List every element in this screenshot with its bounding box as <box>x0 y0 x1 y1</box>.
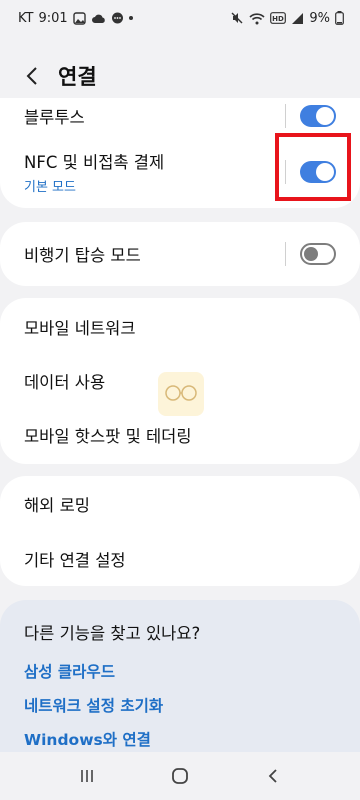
bluetooth-label: 블루투스 <box>24 108 85 127</box>
navigation-bar <box>0 752 360 800</box>
airplane-mode-label: 비행기 탑승 모드 <box>24 246 141 265</box>
glasses-icon <box>165 385 197 401</box>
carrier-label: KT <box>18 10 34 26</box>
list-item-mobile-network[interactable]: 모바일 네트워크 <box>0 300 360 354</box>
roaming-label: 해외 로밍 <box>24 495 90 515</box>
more-card: 해외 로밍 기타 연결 설정 <box>0 476 360 586</box>
back-nav-icon <box>269 769 277 783</box>
list-item-more-settings[interactable]: 기타 연결 설정 <box>0 531 360 586</box>
home-button[interactable] <box>156 756 204 796</box>
airplane-mode-toggle[interactable] <box>300 243 336 265</box>
reset-network-link[interactable]: 네트워크 설정 초기화 <box>24 694 163 716</box>
recent-apps-icon <box>80 770 93 782</box>
back-arrow-icon <box>26 67 37 85</box>
gallery-icon <box>72 11 86 25</box>
wifi-icon <box>249 12 265 25</box>
bluetooth-toggle[interactable] <box>300 105 336 127</box>
nfc-label: NFC 및 비접촉 결제 <box>24 153 165 172</box>
airplane-mode-row[interactable]: 비행기 탑승 모드 <box>0 222 360 286</box>
chat-icon <box>111 12 124 25</box>
link-to-windows-link[interactable]: Windows와 연결 <box>24 728 151 750</box>
hotspot-tethering-label: 모바일 핫스팟 및 테더링 <box>24 427 192 446</box>
list-item-roaming[interactable]: 해외 로밍 <box>0 476 360 531</box>
bluetooth-row[interactable]: 블루투스 <box>0 98 360 134</box>
status-bar: KT 9:01 HD 9% <box>0 0 360 36</box>
cloud-icon <box>91 13 106 24</box>
notification-dot-icon <box>128 16 133 20</box>
highlight-box <box>275 133 351 201</box>
signal-icon <box>291 12 304 25</box>
watermark-logo <box>158 372 204 416</box>
airplane-card: 비행기 탑승 모드 <box>0 222 360 286</box>
recent-apps-button[interactable] <box>63 756 111 796</box>
divider <box>285 104 286 128</box>
back-nav-button[interactable] <box>249 756 297 796</box>
battery-icon <box>335 11 344 25</box>
data-usage-label: 데이터 사용 <box>24 373 106 392</box>
divider <box>285 242 286 266</box>
back-button[interactable] <box>20 64 44 88</box>
battery-percent: 9% <box>309 10 330 26</box>
suggestions-title: 다른 기능을 찾고 있나요? <box>24 624 201 643</box>
home-icon <box>172 768 188 784</box>
more-settings-label: 기타 연결 설정 <box>24 550 126 570</box>
svg-text:HD: HD <box>273 15 285 23</box>
mute-icon <box>230 11 244 25</box>
suggestions-card: 다른 기능을 찾고 있나요? 삼성 클라우드 네트워크 설정 초기화 Windo… <box>0 600 360 752</box>
page-title: 연결 <box>58 65 97 89</box>
samsung-cloud-link[interactable]: 삼성 클라우드 <box>24 660 115 682</box>
status-left: KT 9:01 <box>18 11 133 26</box>
mobile-network-label: 모바일 네트워크 <box>24 319 136 338</box>
hd-icon: HD <box>270 12 287 24</box>
list-item-hotspot-tethering[interactable]: 모바일 핫스팟 및 테더링 <box>0 408 360 462</box>
status-right: HD 9% <box>230 11 344 26</box>
app-header: 연결 <box>0 56 360 96</box>
nfc-mode-sublabel: 기본 모드 <box>24 180 76 195</box>
clock: 9:01 <box>38 10 68 26</box>
